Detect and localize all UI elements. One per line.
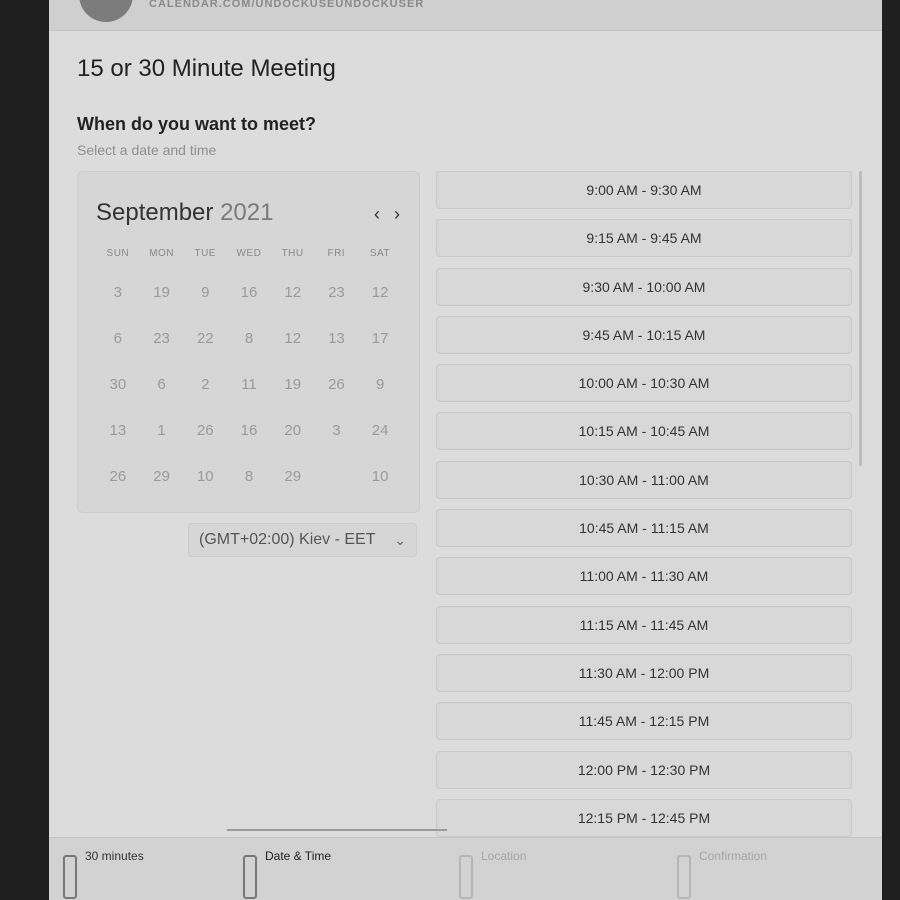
weekday-header: SUN MON TUE WED THU FRI SAT — [96, 248, 402, 259]
date-picker: September 2021 ‹ › SUN MON TUE WED THU F… — [77, 171, 420, 513]
time-slot-button[interactable]: 9:15 AM - 9:45 AM — [436, 219, 852, 258]
day-cell[interactable]: 2 — [183, 361, 227, 407]
day-cell[interactable]: 29 — [271, 453, 315, 499]
time-slot-button[interactable]: 11:45 AM - 12:15 PM — [436, 702, 852, 741]
weekday-label: SAT — [369, 248, 391, 259]
calendar-icon — [243, 855, 257, 899]
profile-url[interactable]: CALENDAR.COM/UNDOCKUSEUNDOCKUSER — [149, 0, 424, 10]
step-label: Location — [481, 849, 527, 863]
clock-icon — [63, 855, 77, 899]
time-slot-button[interactable]: 10:00 AM - 10:30 AM — [436, 364, 852, 403]
profile-header: CALENDAR.COM/UNDOCKUSEUNDOCKUSER — [49, 0, 882, 31]
weekday-label: MON — [149, 248, 174, 259]
weekday-label: THU — [281, 248, 304, 259]
day-cell[interactable]: 26 — [315, 361, 359, 407]
time-slot-button[interactable]: 12:15 PM - 12:45 PM — [436, 798, 852, 837]
step-date-time[interactable]: Date & Time — [243, 849, 331, 899]
day-cell[interactable]: 16 — [227, 407, 271, 453]
day-cell[interactable]: 9 — [183, 269, 227, 315]
check-icon — [677, 855, 691, 899]
weekday-label: WED — [236, 248, 262, 259]
step-label: Date & Time — [265, 849, 332, 863]
day-cell[interactable]: 8 — [227, 315, 271, 361]
event-title: 15 or 30 Minute Meeting — [77, 55, 336, 82]
month-label: September 2021 — [96, 199, 273, 227]
weekday-label: FRI — [327, 248, 346, 259]
day-cell[interactable]: 30 — [96, 361, 140, 407]
day-cell[interactable]: 10 — [358, 453, 402, 499]
day-cell[interactable]: 11 — [227, 361, 271, 407]
day-cell[interactable]: 10 — [183, 453, 227, 499]
day-cell[interactable]: 13 — [96, 407, 140, 453]
day-cell[interactable]: 3 — [96, 269, 140, 315]
day-cell[interactable]: 12 — [271, 269, 315, 315]
chevron-left-icon[interactable]: ‹ — [369, 204, 385, 225]
time-slot-button[interactable]: 10:45 AM - 11:15 AM — [436, 509, 852, 548]
year-name: 2021 — [220, 199, 274, 226]
day-cell[interactable]: 1 — [140, 407, 184, 453]
day-cell[interactable]: 16 — [227, 269, 271, 315]
day-cell[interactable]: 20 — [271, 407, 315, 453]
day-cell[interactable]: 23 — [140, 315, 184, 361]
section-question: When do you want to meet? — [77, 114, 316, 134]
avatar — [79, 0, 133, 22]
day-cell[interactable]: 6 — [96, 315, 140, 361]
time-slot-button[interactable]: 11:30 AM - 12:00 PM — [436, 653, 852, 692]
weekday-label: TUE — [194, 248, 216, 259]
step-label: 30 minutes — [85, 849, 144, 863]
day-cell[interactable]: 12 — [358, 269, 402, 315]
day-cell[interactable]: 26 — [96, 453, 140, 499]
day-cell[interactable]: 13 — [315, 315, 359, 361]
day-cell[interactable]: 23 — [315, 269, 359, 315]
day-cell[interactable]: 17 — [358, 315, 402, 361]
step-duration[interactable]: 30 minutes — [63, 849, 144, 899]
location-pin-icon — [459, 855, 473, 899]
month-name: September — [96, 199, 214, 226]
timezone-select[interactable]: (GMT+02:00) Kiev - EET ⌄ — [188, 523, 417, 557]
day-cell[interactable]: 6 — [140, 361, 184, 407]
day-cell[interactable]: 19 — [140, 269, 184, 315]
step-location[interactable]: Location — [459, 849, 526, 899]
chevron-right-icon[interactable]: › — [389, 204, 405, 225]
day-cell[interactable]: 8 — [227, 453, 271, 499]
time-slot-button[interactable]: 12:00 PM - 12:30 PM — [436, 750, 852, 789]
time-slot-button[interactable]: 10:15 AM - 10:45 AM — [436, 412, 852, 451]
weekday-label: SUN — [106, 248, 130, 259]
time-slot-button[interactable]: 9:45 AM - 10:15 AM — [436, 315, 852, 354]
step-confirmation[interactable]: Confirmation — [677, 849, 767, 899]
day-cell[interactable]: 12 — [271, 315, 315, 361]
time-slot-button[interactable]: 11:15 AM - 11:45 AM — [436, 605, 852, 644]
day-cell[interactable]: 29 — [140, 453, 184, 499]
time-slot-button[interactable]: 11:00 AM - 11:30 AM — [436, 557, 852, 596]
day-grid: 3 19 9 16 12 23 12 6 23 22 8 12 13 17 30… — [96, 269, 402, 499]
time-slot-button[interactable]: 9:00 AM - 9:30 AM — [436, 171, 852, 209]
day-cell[interactable]: 22 — [183, 315, 227, 361]
day-cell[interactable]: 3 — [315, 407, 359, 453]
section-hint: Select a date and time — [77, 142, 217, 158]
slot-scrollbar[interactable] — [859, 171, 862, 466]
scheduling-page: CALENDAR.COM/UNDOCKUSEUNDOCKUSER 15 or 3… — [49, 0, 882, 900]
day-cell[interactable]: 19 — [271, 361, 315, 407]
day-cell[interactable]: 9 — [358, 361, 402, 407]
timezone-value: (GMT+02:00) Kiev - EET — [199, 531, 376, 548]
time-slot-list: 9:00 AM - 9:30 AM 9:15 AM - 9:45 AM 9:30… — [436, 171, 852, 847]
step-label: Confirmation — [699, 849, 768, 863]
day-cell[interactable]: 26 — [183, 407, 227, 453]
chevron-down-icon: ⌄ — [394, 531, 406, 548]
day-cell[interactable]: 24 — [358, 407, 402, 453]
time-slot-button[interactable]: 10:30 AM - 11:00 AM — [436, 460, 852, 499]
day-cell[interactable] — [315, 453, 359, 499]
time-slot-button[interactable]: 9:30 AM - 10:00 AM — [436, 267, 852, 306]
